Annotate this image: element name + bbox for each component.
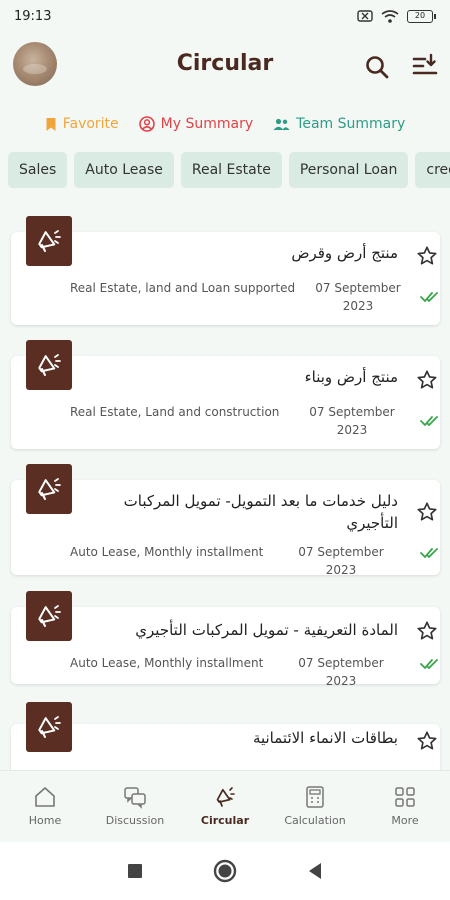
tab-my-summary[interactable]: My Summary: [138, 110, 254, 138]
chip-real-estate[interactable]: Real Estate: [180, 152, 282, 188]
tab-team-summary[interactable]: Team Summary: [273, 110, 405, 138]
search-icon[interactable]: [364, 54, 390, 80]
nav-more-label: More: [391, 814, 419, 827]
mute-icon: [357, 10, 373, 22]
megaphone-icon: [216, 787, 235, 807]
double-check-icon: [420, 659, 438, 669]
recents-icon[interactable]: [127, 863, 143, 879]
nav-home[interactable]: Home: [0, 771, 90, 842]
nav-home-label: Home: [28, 814, 62, 827]
star-icon[interactable]: [416, 730, 438, 752]
circular-list: منتج أرض وقرض Real Estate, land and Loan…: [0, 205, 450, 770]
circular-title: بطاقات الانماء الائتمانية: [252, 729, 398, 747]
double-check-icon: [420, 416, 438, 426]
grid-icon: [395, 787, 415, 807]
tab-team-summary-label: Team Summary: [296, 116, 406, 132]
nav-circular[interactable]: Circular: [180, 771, 270, 842]
circular-title: منتج أرض وبناء: [304, 368, 398, 386]
megaphone-icon: [26, 464, 72, 514]
filter-tabs: Favorite My Summary Team Summary: [0, 110, 450, 138]
circular-title: منتج أرض وقرض: [291, 244, 398, 262]
megaphone-icon: [26, 591, 72, 641]
circular-tags: Auto Lease, Monthly installment: [70, 656, 264, 670]
wifi-icon: [381, 9, 399, 23]
tab-favorite[interactable]: Favorite: [45, 110, 119, 138]
chat-icon: [124, 787, 146, 809]
status-icons: 20: [357, 9, 436, 23]
calculator-icon: [306, 786, 324, 808]
bottom-nav: Home Discussion Circular Calculation Mor…: [0, 770, 450, 842]
battery-level: 20: [407, 9, 433, 23]
circular-tags: Real Estate, land and Loan supported: [70, 281, 296, 295]
system-nav: [0, 842, 450, 900]
status-time: 19:13: [14, 8, 52, 24]
nav-circular-label: Circular: [200, 814, 250, 827]
category-chips: Sales Auto Lease Real Estate Personal Lo…: [8, 152, 450, 188]
star-icon[interactable]: [416, 620, 438, 642]
star-icon[interactable]: [416, 245, 438, 267]
circular-title: المادة التعريفية - تمويل المركبات التأجي…: [135, 621, 398, 639]
circular-date: 07 September 2023: [315, 281, 401, 313]
megaphone-icon: [26, 216, 72, 266]
app-header: Circular: [0, 38, 450, 96]
team-icon: [273, 118, 290, 130]
chip-auto-lease[interactable]: Auto Lease: [74, 152, 174, 188]
nav-calculation[interactable]: Calculation: [270, 771, 360, 842]
nav-discussion-label: Discussion: [105, 814, 165, 827]
chip-personal-loan[interactable]: Personal Loan: [288, 152, 409, 188]
back-icon[interactable]: [307, 862, 323, 880]
nav-discussion[interactable]: Discussion: [90, 771, 180, 842]
sort-icon[interactable]: [411, 52, 439, 80]
tab-my-summary-label: My Summary: [160, 116, 254, 132]
tab-favorite-label: Favorite: [62, 116, 119, 132]
star-icon[interactable]: [416, 501, 438, 523]
megaphone-icon: [26, 702, 72, 752]
star-icon[interactable]: [416, 369, 438, 391]
status-bar: 19:13 20: [0, 0, 450, 32]
battery-icon: 20: [407, 9, 436, 23]
double-check-icon: [420, 292, 438, 302]
bookmark-icon: [46, 117, 56, 131]
double-check-icon: [420, 548, 438, 558]
chip-credit[interactable]: cred: [415, 152, 450, 188]
circular-date: 07 September 2023: [298, 545, 384, 577]
circular-date: 07 September 2023: [298, 656, 384, 688]
nav-more[interactable]: More: [360, 771, 450, 842]
circular-title: دليل خدمات ما بعد التمويل- تمويل المركبا…: [123, 492, 398, 532]
user-circle-icon: [138, 116, 155, 132]
circular-tags: Auto Lease, Monthly installment: [70, 545, 264, 559]
circular-date: 07 September 2023: [309, 405, 395, 437]
megaphone-icon: [26, 340, 72, 390]
home-button-icon[interactable]: [213, 859, 237, 883]
circular-tags: Real Estate, Land and construction: [70, 405, 280, 419]
chip-sales[interactable]: Sales: [8, 152, 68, 188]
nav-calculation-label: Calculation: [284, 814, 346, 827]
home-icon: [35, 787, 55, 807]
